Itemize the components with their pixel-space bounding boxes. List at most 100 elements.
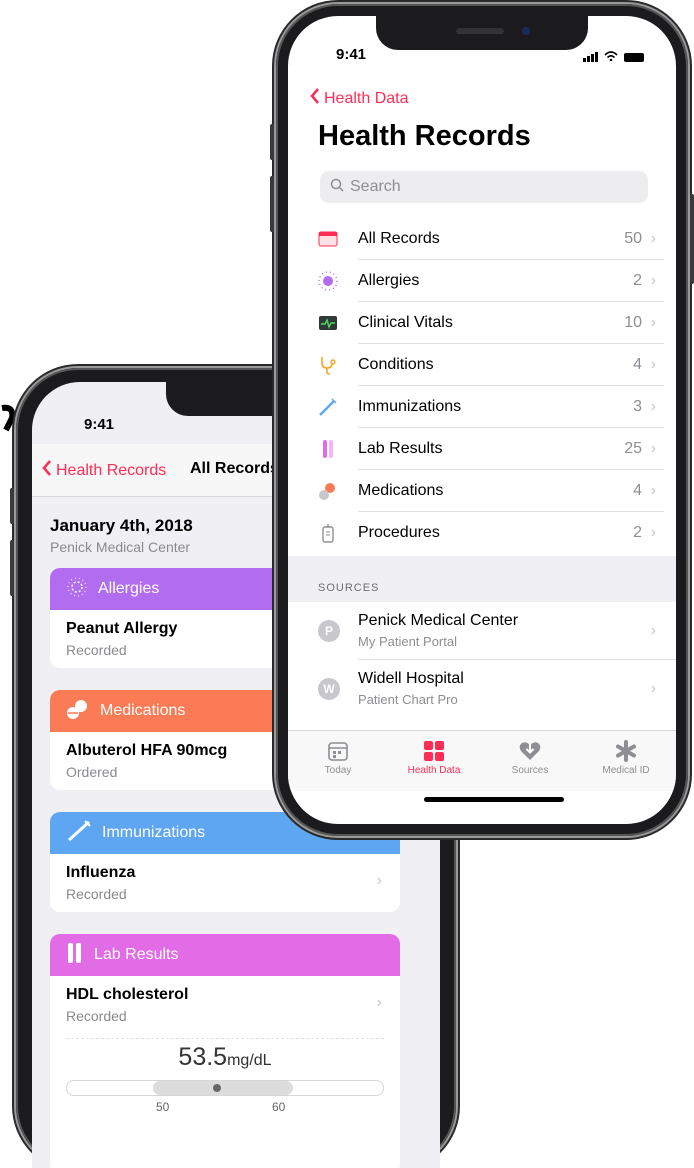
front-screen: 9:41 Health Data Health Records Search A… (288, 16, 676, 824)
source-name: Penick Medical Center (358, 612, 519, 629)
sources-header-label: SOURCES (318, 582, 380, 594)
side-button (690, 194, 694, 284)
lab-value-unit: mg/dL (227, 1052, 272, 1069)
record-date: January 4th, 2018 (50, 516, 193, 535)
calendar-icon (290, 737, 386, 765)
syringe-icon (318, 397, 338, 417)
list-item[interactable]: All Records 50 › (288, 218, 676, 260)
card-category: Immunizations (102, 824, 206, 841)
front-phone: 9:41 Health Data Health Records Search A… (270, 4, 694, 836)
side-button (10, 488, 14, 524)
side-button (10, 540, 14, 596)
back-button[interactable]: Health Data (310, 88, 409, 109)
search-icon (330, 178, 344, 197)
vitals-icon (318, 313, 338, 333)
range-labels: 50 60 (66, 1096, 384, 1114)
list-item[interactable]: Medications 4 › (288, 470, 676, 512)
pills-icon (318, 481, 338, 501)
card-body: Influenza Recorded › (50, 854, 400, 912)
battery-icon (624, 52, 644, 62)
chevron-right-icon: › (650, 622, 656, 639)
item-count: 2 (633, 272, 642, 289)
tab-label: Today (324, 765, 352, 776)
chevron-right-icon: › (650, 314, 656, 331)
item-count: 3 (633, 398, 642, 415)
card-category: Lab Results (94, 946, 179, 963)
item-label: Procedures (358, 524, 440, 541)
chevron-right-icon: › (650, 398, 656, 415)
back-button-label: Health Records (56, 461, 167, 479)
item-count: 10 (624, 314, 642, 331)
chevron-right-icon: › (650, 272, 656, 289)
allergies-icon (318, 271, 338, 291)
divider (66, 1038, 384, 1039)
card-category: Allergies (98, 580, 160, 597)
home-indicator (424, 797, 564, 802)
tab-label: Sources (511, 765, 549, 776)
source-subtitle: My Patient Portal (358, 634, 457, 649)
list-item[interactable]: Clinical Vitals 10 › (288, 302, 676, 344)
chevron-right-icon: › (376, 994, 382, 1011)
source-subtitle: Patient Chart Pro (358, 692, 458, 707)
procedures-icon (318, 523, 338, 543)
page-title: Health Records (318, 120, 531, 152)
test-tube-icon (318, 439, 338, 459)
allergies-icon (66, 576, 88, 603)
chevron-right-icon: › (650, 524, 656, 541)
range-fill (153, 1081, 293, 1095)
source-name: Widell Hospital (358, 670, 464, 687)
search-input[interactable]: Search (320, 171, 648, 203)
camera-icon (456, 27, 530, 35)
lab-results-card[interactable]: Lab Results HDL cholesterol Recorded › 5… (50, 934, 400, 1168)
list-item[interactable]: Allergies 2 › (288, 260, 676, 302)
source-item[interactable]: W Widell Hospital Patient Chart Pro › (288, 662, 676, 718)
side-button (270, 124, 274, 160)
card-category: Medications (100, 702, 186, 719)
test-tube-icon (66, 941, 84, 970)
list-item[interactable]: Procedures 2 › (288, 512, 676, 554)
tab-bar: Today Health Data Sources Medical ID (288, 730, 676, 791)
record-source: Penick Medical Center (50, 539, 191, 555)
search-placeholder: Search (350, 178, 401, 195)
stethoscope-icon (318, 355, 338, 375)
back-button-label: Health Data (324, 89, 409, 107)
range-indicator (213, 1084, 221, 1092)
pills-icon (66, 698, 90, 725)
card-header: Lab Results (50, 934, 400, 976)
grid-icon (386, 737, 482, 765)
item-label: Conditions (358, 356, 434, 373)
tab-health-data[interactable]: Health Data (386, 737, 482, 776)
tab-today[interactable]: Today (290, 737, 386, 776)
status-time: 9:41 (336, 46, 367, 63)
item-count: 4 (633, 356, 642, 373)
tab-sources[interactable]: Sources (482, 737, 578, 776)
tab-medical-id[interactable]: Medical ID (578, 737, 674, 776)
back-button[interactable]: Health Records (42, 460, 166, 481)
chevron-left-icon (42, 460, 52, 481)
avatar: P (318, 620, 340, 642)
item-label: Lab Results (358, 440, 443, 457)
chevron-right-icon: › (650, 440, 656, 457)
records-list: All Records 50 › Allergies 2 › Clinical … (288, 218, 676, 554)
source-item[interactable]: P Penick Medical Center My Patient Porta… (288, 604, 676, 660)
lab-value-number: 53.5 (178, 1043, 228, 1071)
record-title: Influenza (66, 864, 136, 881)
list-item[interactable]: Immunizations 3 › (288, 386, 676, 428)
item-label: Allergies (358, 272, 420, 289)
record-status: Recorded (66, 886, 127, 902)
side-button (270, 176, 274, 232)
item-count: 2 (633, 524, 642, 541)
chevron-right-icon: › (650, 230, 656, 247)
list-item[interactable]: Conditions 4 › (288, 344, 676, 386)
list-item[interactable]: Lab Results 25 › (288, 428, 676, 470)
wifi-icon (604, 48, 618, 66)
item-label: Immunizations (358, 398, 462, 415)
item-count: 25 (624, 440, 642, 457)
divider (358, 659, 676, 660)
card-body: HDL cholesterol Recorded › 53.5mg/dL 50 … (50, 976, 400, 1124)
notch (376, 16, 588, 50)
item-label: Clinical Vitals (358, 314, 453, 331)
nav-title: All Records (190, 460, 279, 477)
item-label: All Records (358, 230, 440, 247)
status-icons (583, 48, 644, 66)
